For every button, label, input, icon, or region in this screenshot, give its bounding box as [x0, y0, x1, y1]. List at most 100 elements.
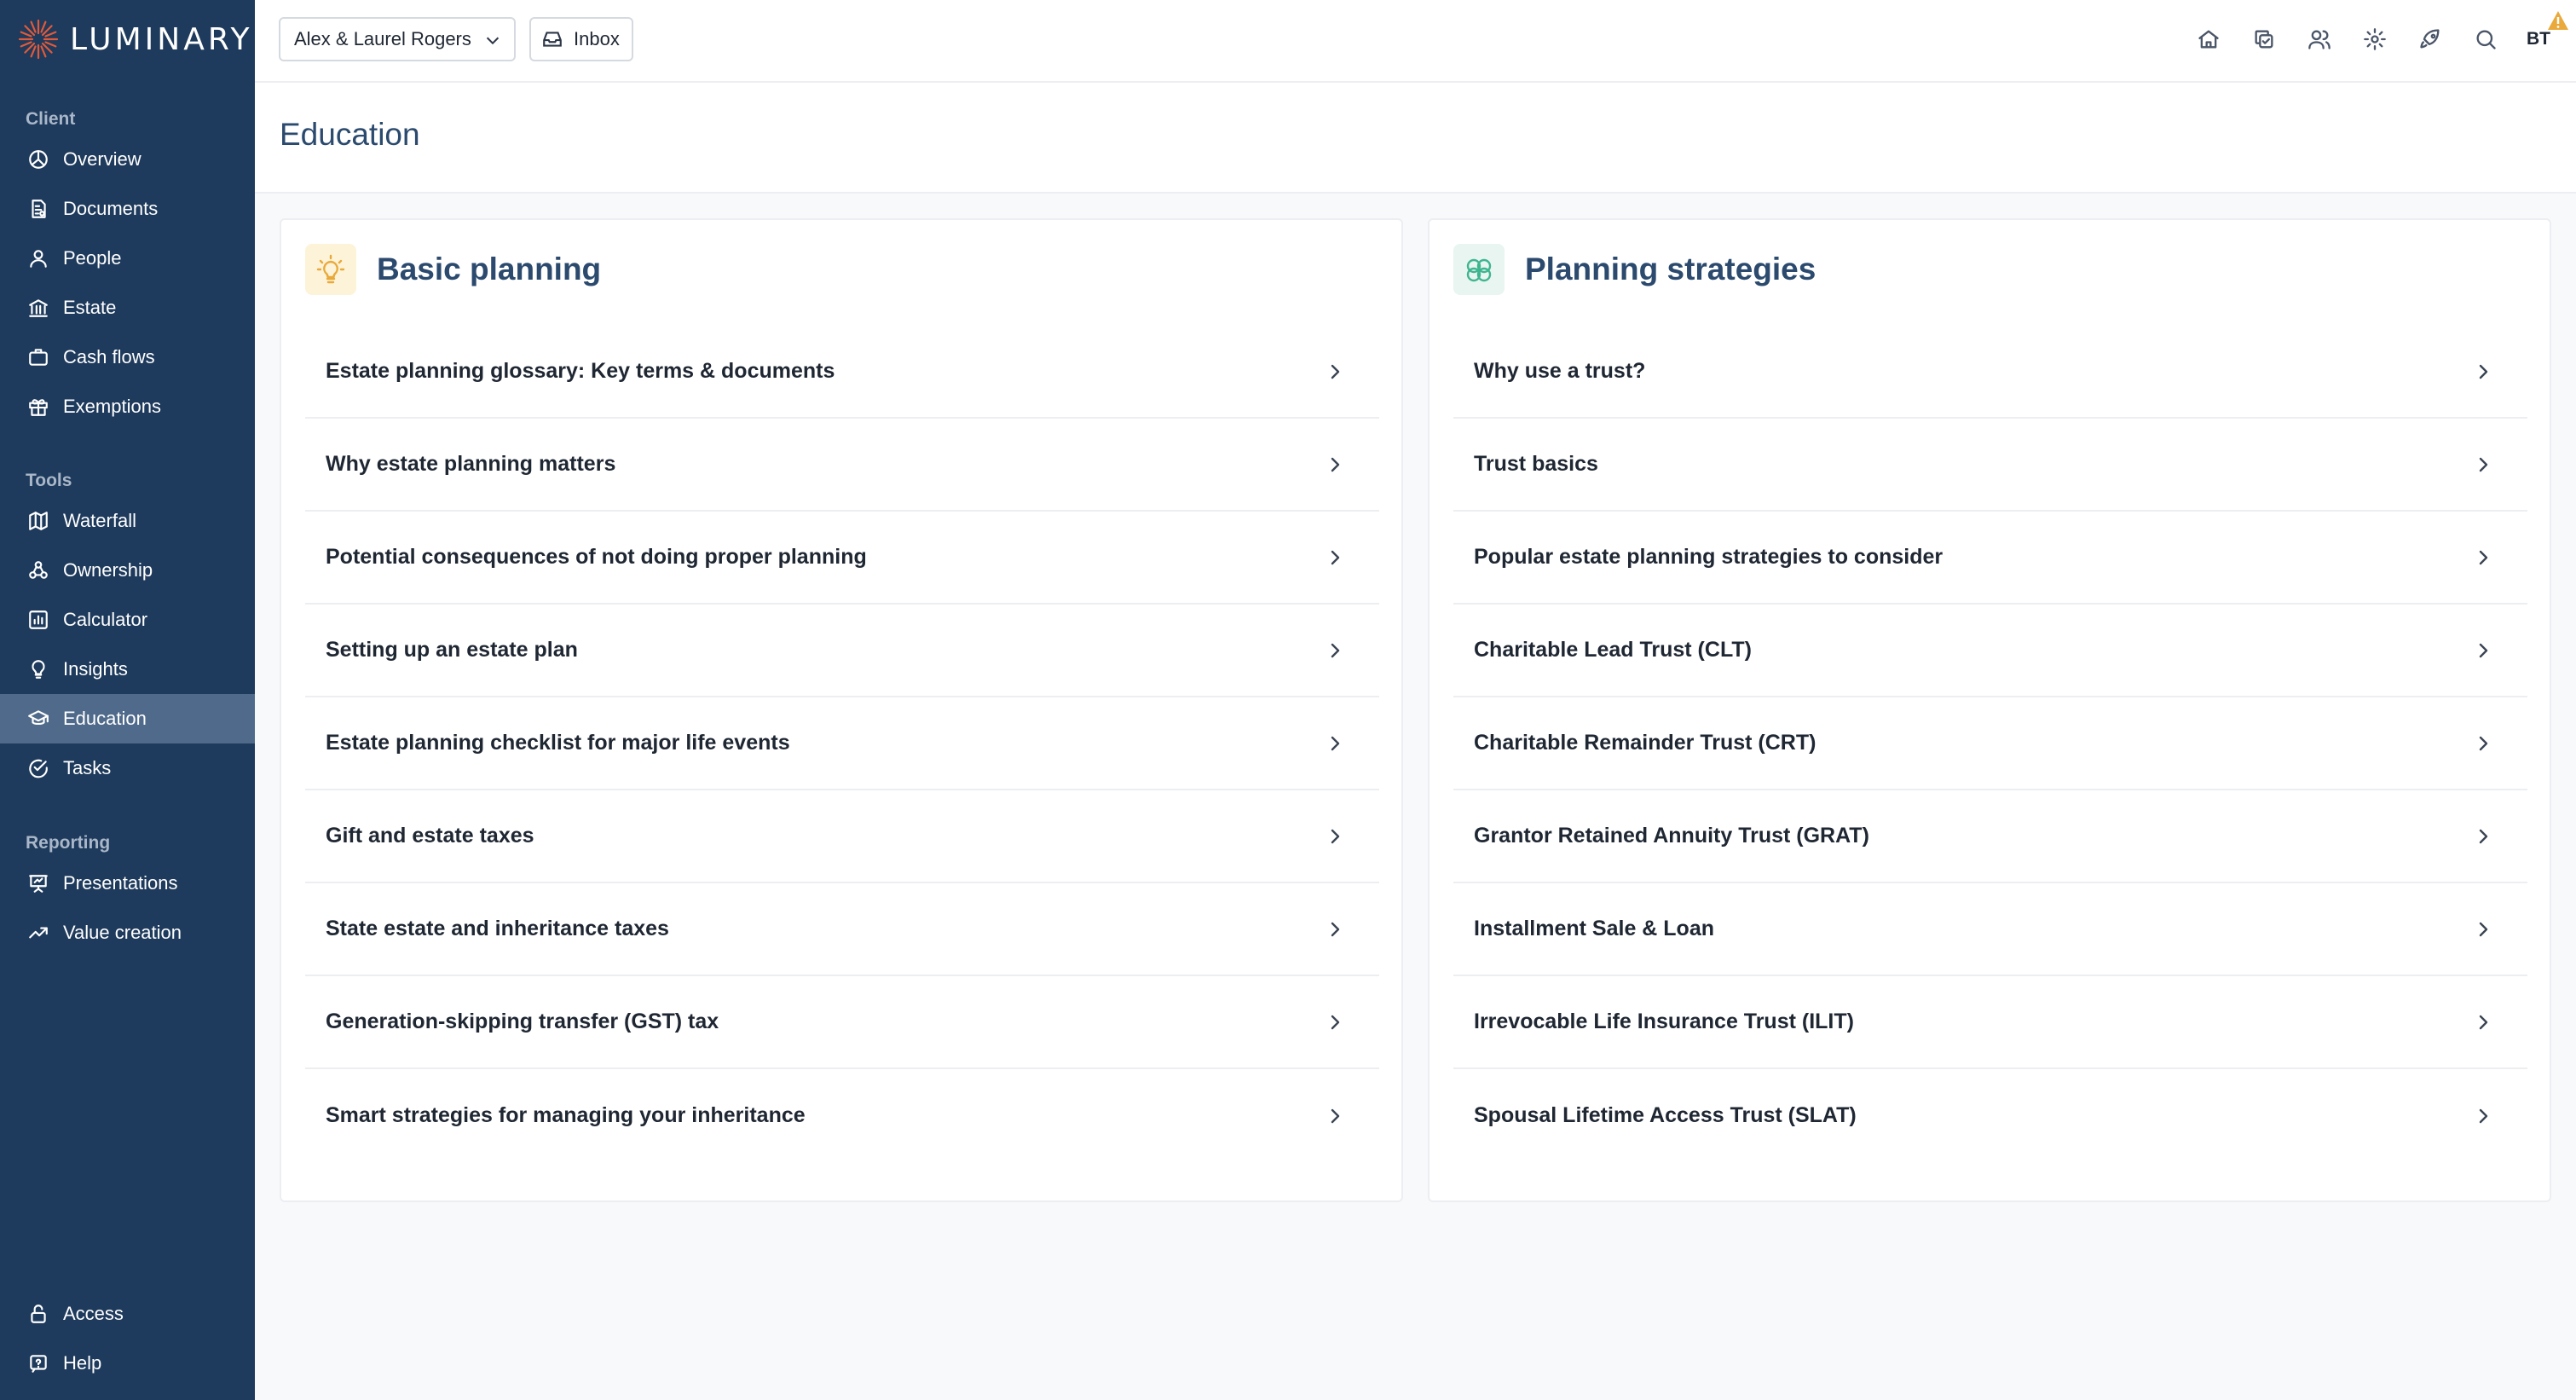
page-title: Education	[280, 117, 420, 152]
card-header: Planning strategies	[1453, 244, 1816, 295]
list-item[interactable]: Installment Sale & Loan	[1453, 883, 2527, 976]
chevron-right-icon	[2473, 640, 2493, 661]
planning-strategies-card: Planning strategies Why use a trust? Tru…	[1428, 218, 2551, 1202]
list-item[interactable]: Grantor Retained Annuity Trust (GRAT)	[1453, 790, 2527, 883]
list-item-label: Generation-skipping transfer (GST) tax	[326, 1010, 719, 1033]
sidebar-item-label: Overview	[63, 148, 142, 170]
sidebar-item-label: Waterfall	[63, 510, 136, 531]
list-item-label: Why estate planning matters	[326, 452, 616, 476]
search-icon[interactable]	[2469, 22, 2503, 56]
list-item-label: Popular estate planning strategies to co…	[1474, 545, 1944, 569]
sidebar-item-exemptions[interactable]: Exemptions	[0, 382, 255, 431]
list-item[interactable]: Gift and estate taxes	[305, 790, 1379, 883]
list-item-label: Smart strategies for managing your inher…	[326, 1103, 806, 1127]
list-item[interactable]: Smart strategies for managing your inher…	[305, 1069, 1379, 1162]
list-item-label: State estate and inheritance taxes	[326, 917, 669, 940]
client-selector[interactable]: Alex & Laurel Rogers	[279, 17, 516, 61]
list-item[interactable]: Irrevocable Life Insurance Trust (ILIT)	[1453, 976, 2527, 1069]
list-item[interactable]: State estate and inheritance taxes	[305, 883, 1379, 976]
sidebar-item-education[interactable]: Education	[0, 694, 255, 743]
sidebar-item-waterfall[interactable]: Waterfall	[0, 496, 255, 546]
chevron-right-icon	[1325, 1012, 1345, 1033]
inbox-label: Inbox	[574, 28, 620, 49]
sidebar-item-access[interactable]: Access	[0, 1289, 255, 1339]
sidebar-item-cash-flows[interactable]: Cash flows	[0, 333, 255, 382]
home-icon[interactable]	[2192, 22, 2226, 56]
lock-icon	[26, 1301, 51, 1327]
sidebar-item-ownership[interactable]: Ownership	[0, 546, 255, 595]
sidebar-item-presentations[interactable]: Presentations	[0, 859, 255, 908]
list-item-label: Trust basics	[1474, 452, 1598, 476]
sidebar-item-label: Value creation	[63, 922, 182, 943]
sidebar-item-estate[interactable]: Estate	[0, 283, 255, 333]
briefcase-icon	[26, 344, 51, 370]
network-icon	[26, 558, 51, 583]
list-item[interactable]: Spousal Lifetime Access Trust (SLAT)	[1453, 1069, 2527, 1162]
sidebar-item-tasks[interactable]: Tasks	[0, 743, 255, 793]
rocket-icon[interactable]	[2413, 22, 2447, 56]
list-item[interactable]: Popular estate planning strategies to co…	[1453, 512, 2527, 605]
client-name: Alex & Laurel Rogers	[294, 28, 471, 49]
list-item[interactable]: Trust basics	[1453, 419, 2527, 512]
list-item[interactable]: Setting up an estate plan	[305, 605, 1379, 697]
bar-chart-icon	[26, 607, 51, 633]
list-item[interactable]: Potential consequences of not doing prop…	[305, 512, 1379, 605]
inbox-button[interactable]: Inbox	[529, 17, 633, 61]
sidebar-item-label: Exemptions	[63, 396, 161, 417]
brand-name: LUMINARY	[70, 21, 253, 57]
lightbulb-icon	[26, 657, 51, 682]
card-title: Planning strategies	[1525, 252, 1816, 286]
luminary-logo[interactable]: LUMINARY	[17, 19, 253, 60]
list-item[interactable]: Why estate planning matters	[305, 419, 1379, 512]
sidebar-item-label: Help	[63, 1352, 102, 1374]
list-item-label: Charitable Remainder Trust (CRT)	[1474, 731, 1816, 755]
sidebar-item-label: Ownership	[63, 559, 153, 581]
chevron-right-icon	[2473, 362, 2493, 382]
help-icon	[26, 1351, 51, 1376]
sidebar-item-help[interactable]: Help	[0, 1339, 255, 1388]
chevron-right-icon	[1325, 919, 1345, 940]
sidebar-item-label: People	[63, 247, 122, 269]
copy-icon[interactable]	[2247, 22, 2281, 56]
list-item[interactable]: Why use a trust?	[1453, 326, 2527, 419]
list-item[interactable]: Estate planning checklist for major life…	[305, 697, 1379, 790]
inbox-icon	[543, 32, 562, 47]
sidebar-item-calculator[interactable]: Calculator	[0, 595, 255, 645]
list-item[interactable]: Charitable Remainder Trust (CRT)	[1453, 697, 2527, 790]
sidebar-item-label: Tasks	[63, 757, 112, 778]
map-icon	[26, 508, 51, 534]
lightbulb-icon	[305, 244, 356, 295]
sunburst-logo-icon	[18, 19, 59, 60]
nav-section-reporting: Reporting Presentations Value creation	[0, 828, 255, 957]
card-title: Basic planning	[377, 252, 602, 286]
sidebar-item-documents[interactable]: Documents	[0, 184, 255, 234]
chevron-right-icon	[2473, 547, 2493, 568]
check-circle-icon	[26, 755, 51, 781]
page-header: Education	[255, 83, 2576, 194]
basic-planning-card: Basic planning Estate planning glossary:…	[280, 218, 1403, 1202]
list-item[interactable]: Generation-skipping transfer (GST) tax	[305, 976, 1379, 1069]
chevron-right-icon	[2473, 1106, 2493, 1126]
list-item[interactable]: Charitable Lead Trust (CLT)	[1453, 605, 2527, 697]
gift-icon	[26, 394, 51, 419]
sidebar-item-label: Education	[63, 708, 147, 729]
chevron-right-icon	[2473, 1012, 2493, 1033]
nav-section-footer: Access Help	[0, 1289, 255, 1388]
sidebar-item-overview[interactable]: Overview	[0, 135, 255, 184]
sidebar-item-insights[interactable]: Insights	[0, 645, 255, 694]
chevron-right-icon	[1325, 1106, 1345, 1126]
settings-icon[interactable]	[2358, 22, 2392, 56]
list-item-label: Spousal Lifetime Access Trust (SLAT)	[1474, 1103, 1857, 1127]
list-item[interactable]: Estate planning glossary: Key terms & do…	[305, 326, 1379, 419]
users-icon[interactable]	[2302, 22, 2336, 56]
chevron-right-icon	[2473, 733, 2493, 754]
list-item-label: Grantor Retained Annuity Trust (GRAT)	[1474, 824, 1869, 848]
chevron-right-icon	[2473, 919, 2493, 940]
sidebar-item-people[interactable]: People	[0, 234, 255, 283]
sidebar-item-value-creation[interactable]: Value creation	[0, 908, 255, 957]
planning-strategies-list: Why use a trust? Trust basics Popular es…	[1453, 326, 2527, 1162]
graduation-cap-icon	[26, 706, 51, 732]
chevron-right-icon	[1325, 547, 1345, 568]
avatar[interactable]: BT	[2521, 11, 2568, 56]
sidebar-item-label: Calculator	[63, 609, 148, 630]
